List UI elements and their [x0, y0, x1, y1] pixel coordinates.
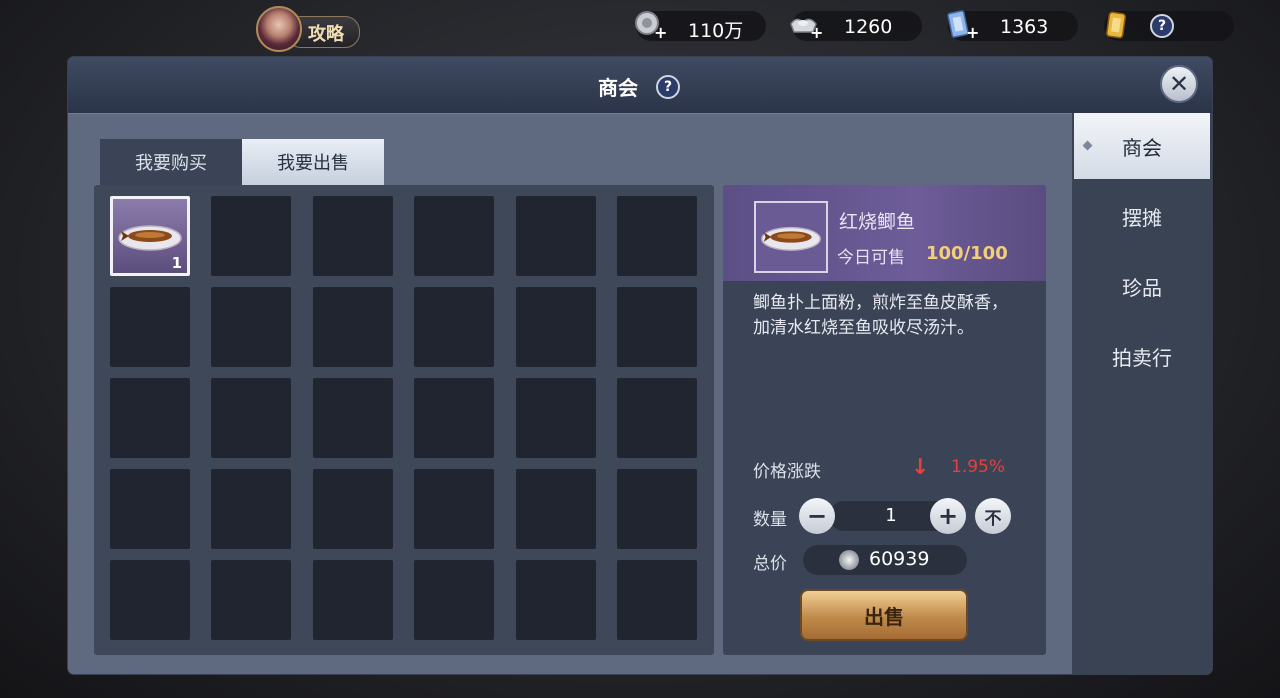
help-icon[interactable]: ?	[1150, 14, 1174, 38]
item-name: 红烧鲫鱼	[839, 211, 916, 233]
inventory-slot[interactable]	[211, 560, 292, 640]
inventory-slot[interactable]	[414, 287, 495, 367]
inventory-slot[interactable]	[211, 378, 292, 458]
increase-quantity-button[interactable]: +	[930, 498, 966, 534]
close-icon: ✕	[1168, 70, 1190, 98]
braised-fish-icon	[761, 226, 821, 251]
price-trend-label: 价格涨跌	[753, 462, 821, 482]
guide-button[interactable]: 攻略	[256, 6, 360, 52]
silver-coin-value: 110万	[688, 20, 744, 42]
inventory-grid: 1	[94, 185, 714, 655]
inventory-slot[interactable]	[414, 378, 495, 458]
sell-limit-value: 100/100	[926, 243, 1008, 264]
total-price-value: 60939	[869, 548, 930, 570]
inventory-slot[interactable]	[110, 469, 190, 549]
side-nav-item-auction[interactable]: 拍卖行	[1074, 323, 1210, 389]
price-trend-value: 1.95%	[951, 457, 1006, 477]
add-icon[interactable]: +	[654, 23, 667, 42]
item-detail-panel: 红烧鲫鱼 今日可售 100/100 鲫鱼扑上面粉，煎炸至鱼皮酥香，加清水红烧至鱼…	[723, 185, 1046, 655]
inventory-slot[interactable]	[515, 560, 596, 640]
plus-icon: +	[937, 502, 959, 530]
inventory-slot[interactable]	[414, 469, 495, 549]
silver-ingot-value: 1260	[844, 16, 893, 38]
max-quantity-button[interactable]: 不	[975, 498, 1011, 534]
minus-icon: −	[806, 502, 828, 530]
add-icon[interactable]: +	[966, 23, 979, 42]
total-price-label: 总价	[753, 554, 787, 574]
side-nav-item-stall[interactable]: 摆摊	[1074, 183, 1210, 249]
inventory-slot[interactable]	[110, 287, 190, 367]
inventory-slot[interactable]	[312, 196, 393, 276]
tab-sell[interactable]: 我要出售	[242, 139, 384, 185]
help-icon[interactable]: ?	[656, 75, 680, 99]
inventory-slot[interactable]	[515, 378, 596, 458]
add-icon[interactable]: +	[810, 23, 823, 42]
gold-token-resource[interactable]: ?	[1104, 11, 1234, 41]
side-nav-item-treasure[interactable]: 珍品	[1074, 253, 1210, 319]
inventory-slot[interactable]	[617, 469, 697, 549]
inventory-slot[interactable]	[312, 378, 393, 458]
close-button[interactable]: ✕	[1160, 65, 1198, 103]
inventory-slot[interactable]	[312, 469, 393, 549]
item-detail-header: 红烧鲫鱼 今日可售 100/100	[723, 185, 1046, 281]
silver-coin-resource[interactable]: + 110万	[635, 11, 766, 42]
max-icon: 不	[984, 508, 1002, 529]
side-nav: 商会 摆摊 珍品 拍卖行	[1072, 113, 1212, 674]
inventory-slot[interactable]	[617, 287, 697, 367]
inventory-slot[interactable]	[414, 196, 495, 276]
inventory-slot[interactable]	[515, 287, 596, 367]
panel-title: 商会	[598, 76, 638, 100]
inventory-slot[interactable]	[515, 196, 596, 276]
inventory-slot[interactable]	[617, 378, 697, 458]
inventory-slot[interactable]	[515, 469, 596, 549]
inventory-slot[interactable]	[617, 196, 697, 276]
quantity-label: 数量	[753, 510, 787, 530]
item-icon-frame	[754, 201, 828, 273]
ticket-resource[interactable]: + 1363	[947, 10, 1078, 42]
inventory-slot[interactable]	[211, 196, 292, 276]
inventory-slot[interactable]	[312, 287, 393, 367]
silver-ingot-resource[interactable]: + 1260	[790, 11, 922, 42]
braised-fish-icon	[118, 225, 182, 251]
gold-token-icon	[1106, 11, 1126, 39]
chamber-of-commerce-panel: 商会 ? ✕ 我要购买 我要出售 1 红烧鲫鱼 今日可售 100/100 鲫鱼扑…	[68, 57, 1212, 674]
inventory-slot[interactable]	[211, 469, 292, 549]
decrease-quantity-button[interactable]: −	[799, 498, 835, 534]
inventory-slot[interactable]	[414, 560, 495, 640]
price-down-arrow-icon: ↓	[911, 455, 930, 480]
item-count: 1	[171, 254, 182, 272]
silver-coin-icon	[839, 550, 859, 570]
sell-button[interactable]: 出售	[800, 589, 968, 641]
guide-label: 攻略	[308, 24, 344, 45]
item-description: 鲫鱼扑上面粉，煎炸至鱼皮酥香，加清水红烧至鱼吸收尽汤汁。	[753, 293, 1008, 338]
panel-header: 商会 ? ✕	[68, 57, 1212, 114]
inventory-slot[interactable]	[110, 560, 190, 640]
inventory-slot[interactable]	[312, 560, 393, 640]
inventory-slot[interactable]	[110, 378, 190, 458]
tab-buy[interactable]: 我要购买	[100, 139, 242, 185]
sell-limit-label: 今日可售	[837, 248, 905, 268]
side-nav-item-commerce[interactable]: 商会	[1074, 113, 1210, 179]
inventory-slot[interactable]	[617, 560, 697, 640]
ticket-value: 1363	[1000, 16, 1049, 38]
inventory-slot[interactable]: 1	[110, 196, 190, 276]
diamond-icon	[1082, 140, 1093, 151]
guide-avatar	[256, 6, 302, 52]
inventory-slot[interactable]	[211, 287, 292, 367]
